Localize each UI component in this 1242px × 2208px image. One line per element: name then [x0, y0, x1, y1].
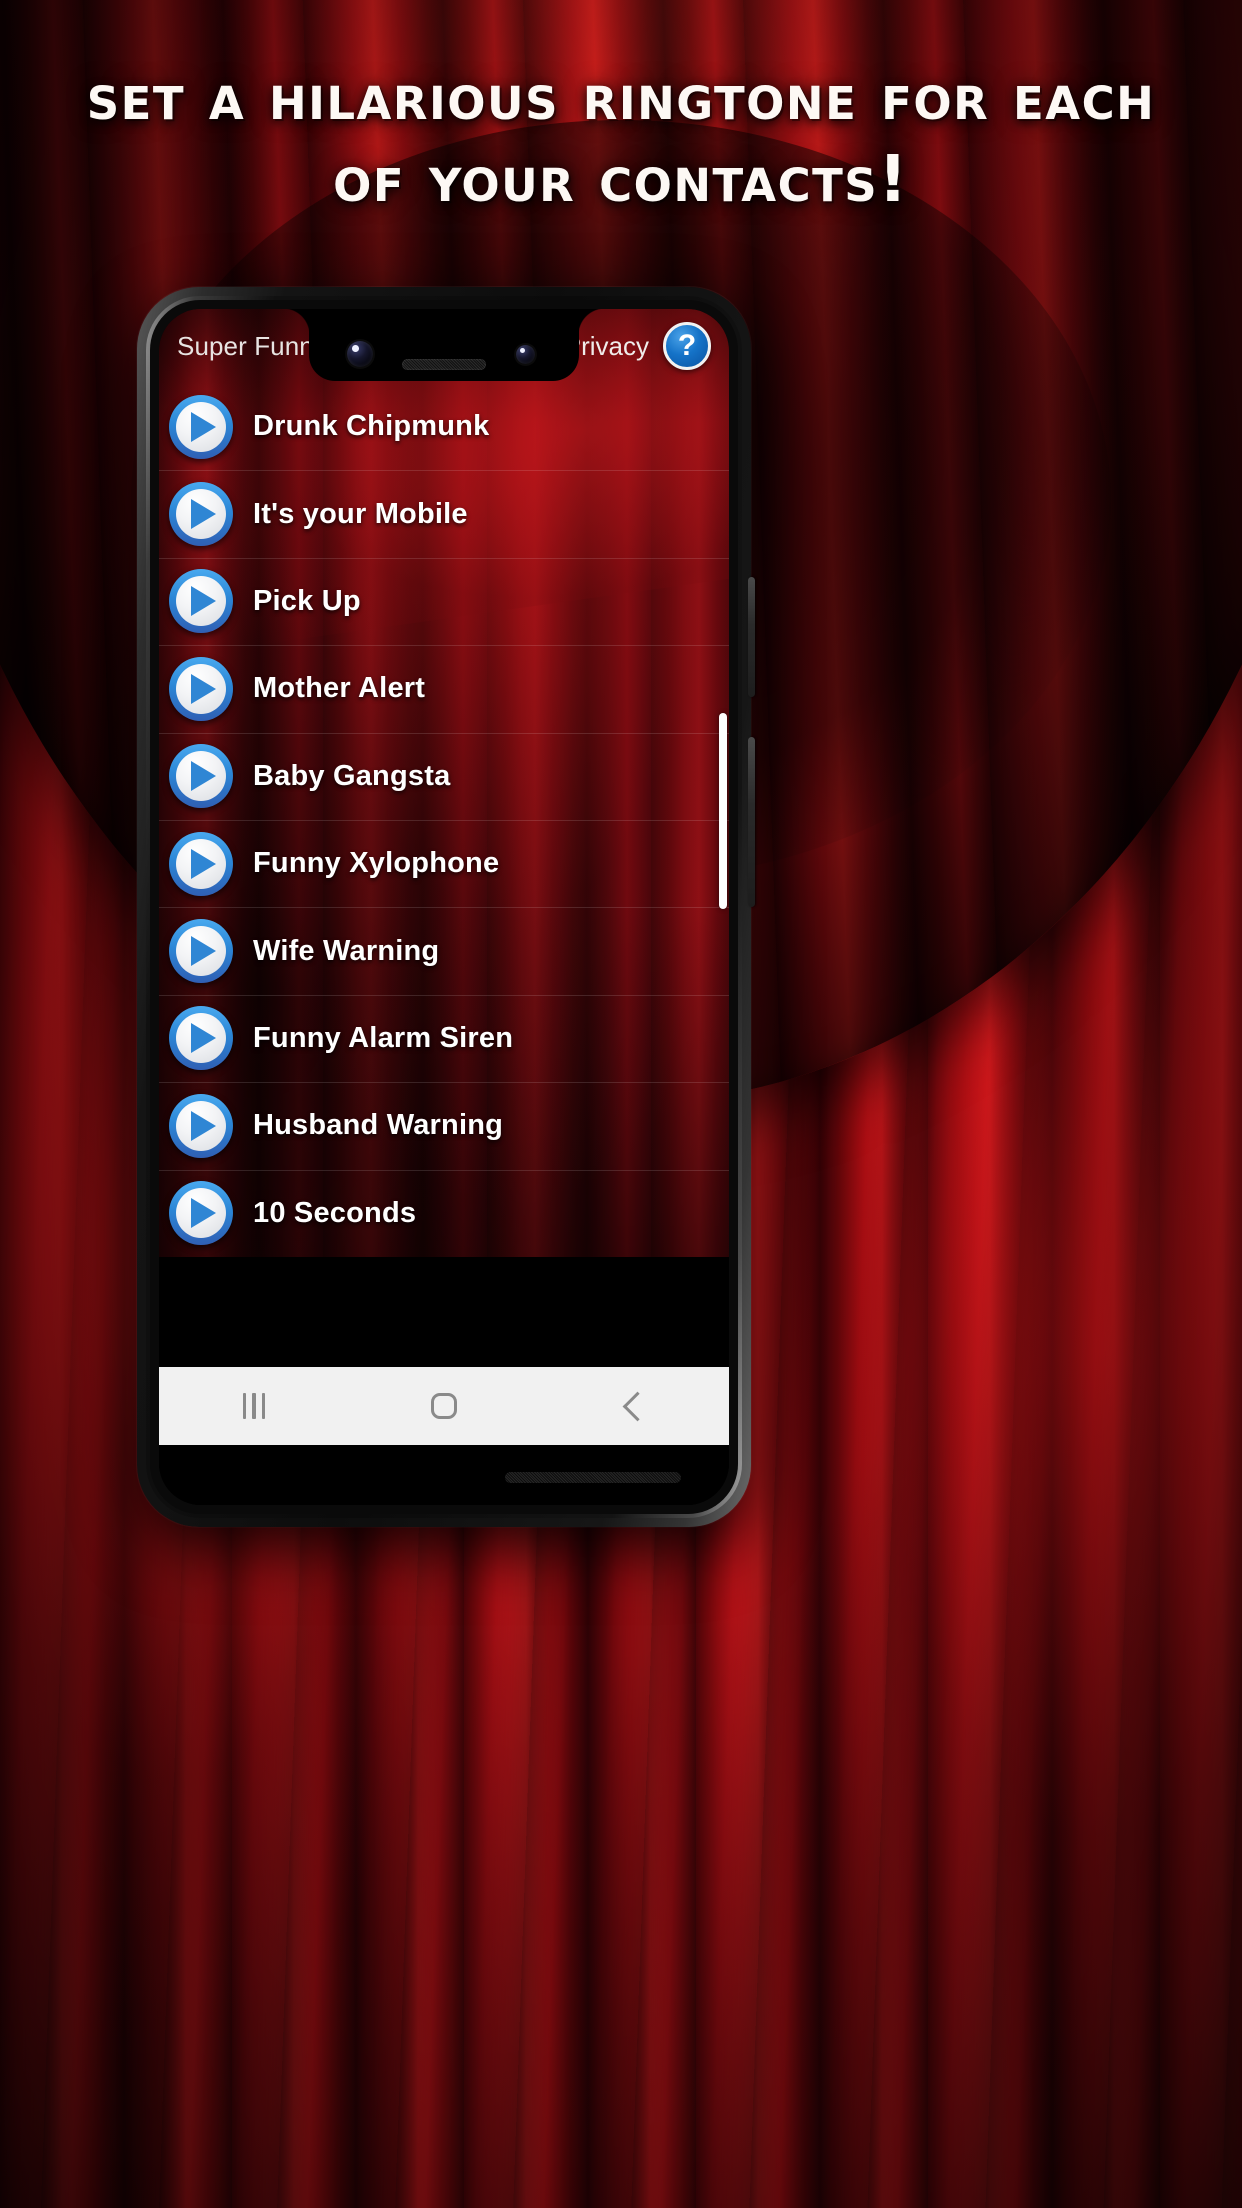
list-item[interactable]: Pick Up [159, 557, 729, 645]
phone-power-button[interactable] [748, 577, 755, 697]
ringtone-name: 10 Seconds [253, 1196, 417, 1229]
ringtone-name: Mother Alert [253, 672, 426, 705]
play-icon[interactable] [169, 919, 233, 984]
play-icon-inner [176, 1100, 226, 1151]
nav-recents-button[interactable] [159, 1367, 349, 1445]
list-item[interactable]: Mother Alert [159, 645, 729, 732]
play-triangle-icon [191, 1198, 216, 1229]
ringtone-name: Husband Warning [253, 1109, 504, 1142]
play-icon[interactable] [169, 1181, 233, 1246]
play-triangle-icon [191, 499, 216, 530]
play-icon-inner [176, 926, 226, 977]
list-item[interactable]: Drunk Chipmunk [159, 383, 729, 470]
list-item[interactable]: Funny Alarm Siren [159, 994, 729, 1082]
play-icon-inner [176, 576, 226, 627]
play-triangle-icon [191, 1110, 216, 1141]
ringtone-name: It's your Mobile [253, 497, 468, 530]
help-icon[interactable]: ? [663, 322, 711, 370]
play-icon-inner [176, 751, 226, 802]
play-icon-inner [176, 838, 226, 889]
home-icon [431, 1393, 457, 1419]
play-icon[interactable] [169, 1093, 233, 1158]
play-triangle-icon [191, 848, 216, 879]
camera-glint-secondary [519, 348, 525, 353]
android-navigation-bar [159, 1367, 729, 1445]
camera-glint [352, 345, 359, 352]
headline-line-1: Set a hilarious ringtone for each [86, 61, 1156, 135]
play-icon-inner [176, 663, 226, 714]
play-icon[interactable] [169, 1006, 233, 1071]
play-icon-inner [176, 401, 226, 452]
list-item[interactable]: Funny Xylophone [159, 819, 729, 907]
phone-volume-button[interactable] [748, 737, 755, 907]
list-item[interactable]: Baby Gangsta [159, 732, 729, 820]
app-screen: Super Funny Ring Privacy ? Drunk Chipmun… [159, 309, 729, 1505]
play-icon[interactable] [169, 744, 233, 809]
play-icon-inner [176, 1013, 226, 1064]
play-triangle-icon [191, 1023, 216, 1054]
play-triangle-icon [191, 586, 216, 617]
front-camera-icon [347, 341, 373, 367]
promo-stage: Set a hilarious ringtone for each of you… [0, 0, 1242, 2208]
ringtone-list[interactable]: Drunk Chipmunk It's your Mobile Pick Up … [159, 383, 729, 1257]
promo-headline: Set a hilarious ringtone for each of you… [0, 58, 1242, 222]
headline-line-2: of your contacts! [333, 142, 909, 217]
ringtone-name: Funny Xylophone [253, 847, 500, 880]
list-item[interactable]: 10 Seconds [159, 1169, 729, 1257]
play-icon-inner [176, 489, 226, 540]
phone-mockup: Super Funny Ring Privacy ? Drunk Chipmun… [137, 287, 755, 1527]
phone-notch [283, 309, 605, 381]
play-icon[interactable] [169, 482, 233, 547]
recents-icon [242, 1393, 266, 1419]
nav-home-button[interactable] [349, 1367, 539, 1445]
play-icon[interactable] [169, 656, 233, 721]
play-triangle-icon [191, 411, 216, 442]
play-triangle-icon [191, 673, 216, 704]
phone-screen: Super Funny Ring Privacy ? Drunk Chipmun… [159, 309, 729, 1505]
list-item[interactable]: Husband Warning [159, 1082, 729, 1169]
list-item[interactable]: It's your Mobile [159, 470, 729, 557]
ringtone-name: Pick Up [253, 584, 361, 617]
ringtone-name: Wife Warning [253, 934, 440, 967]
play-icon-inner [176, 1188, 226, 1239]
back-icon [622, 1391, 652, 1421]
play-triangle-icon [191, 761, 216, 792]
front-camera-secondary-icon [516, 345, 535, 364]
ringtone-name: Funny Alarm Siren [253, 1021, 514, 1054]
bottom-speaker-icon [505, 1472, 681, 1483]
play-icon[interactable] [169, 831, 233, 896]
scrollbar-thumb[interactable] [719, 713, 727, 909]
nav-back-button[interactable] [539, 1367, 729, 1445]
earpiece-speaker-icon [402, 359, 486, 370]
play-icon[interactable] [169, 569, 233, 634]
play-icon[interactable] [169, 394, 233, 459]
list-scrollbar[interactable] [719, 383, 727, 1257]
ringtone-name: Baby Gangsta [253, 759, 451, 792]
play-triangle-icon [191, 936, 216, 967]
ringtone-name: Drunk Chipmunk [253, 410, 490, 443]
list-item[interactable]: Wife Warning [159, 907, 729, 994]
